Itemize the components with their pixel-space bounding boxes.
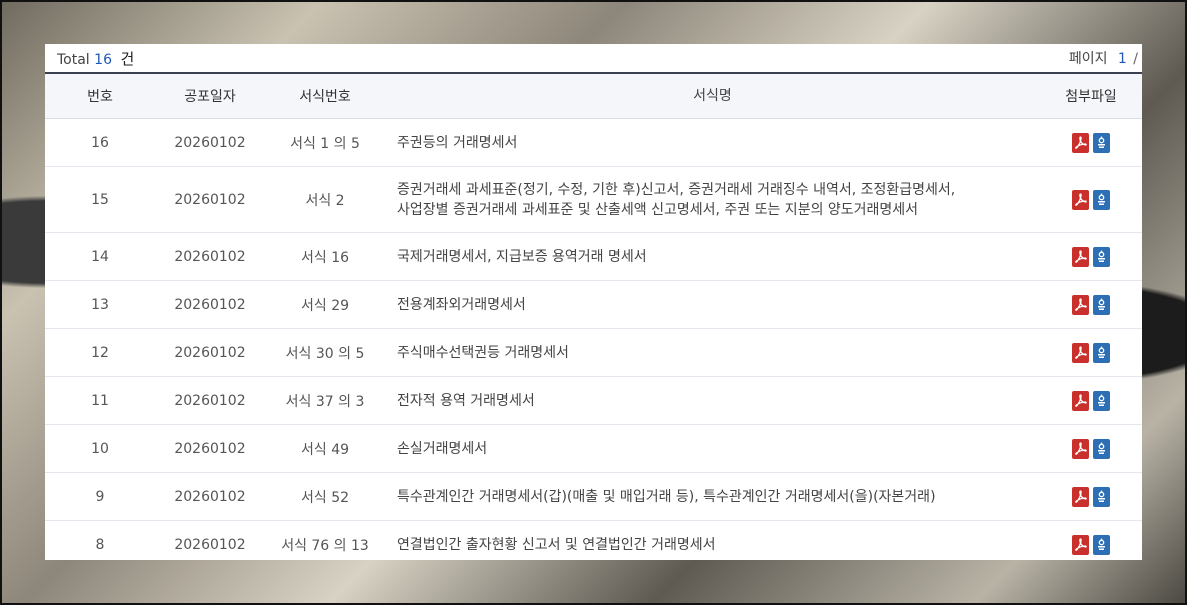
header-attachment: 첨부파일 [1065, 89, 1117, 105]
table-row: 16 20260102 서식 1 의 5 주권등의 거래명세서 [45, 119, 1142, 167]
pdf-file-icon[interactable] [1072, 132, 1089, 153]
total-label: Total [57, 51, 90, 68]
row-attachments [1040, 246, 1142, 267]
row-form-name[interactable]: 주식매수선택권등 거래명세서 [385, 343, 1040, 363]
row-no: 8 [95, 536, 105, 553]
table-row: 9 20260102 서식 52 특수관계인간 거래명세서(갑)(매출 및 매입… [45, 473, 1142, 521]
pdf-file-icon[interactable] [1072, 534, 1089, 555]
pdf-file-icon[interactable] [1072, 246, 1089, 267]
pdf-file-icon[interactable] [1072, 438, 1089, 459]
hwp-file-icon[interactable] [1093, 342, 1110, 363]
pdf-file-icon[interactable] [1072, 294, 1089, 315]
row-form-name[interactable]: 연결법인간 출자현황 신고서 및 연결법인간 거래명세서 [385, 535, 1040, 555]
row-date: 20260102 [174, 248, 246, 265]
page-indicator: 페이지 1 / [1069, 48, 1138, 68]
pdf-file-icon[interactable] [1072, 189, 1089, 210]
table-row: 10 20260102 서식 49 손실거래명세서 [45, 425, 1142, 473]
row-form-number: 서식 49 [300, 441, 350, 458]
row-no: 10 [91, 440, 109, 457]
pdf-file-icon[interactable] [1072, 486, 1089, 507]
row-form-number: 서식 52 [300, 489, 350, 506]
total-count-value: 16 [94, 51, 112, 68]
row-form-name-line: 증권거래세 과세표준(정기, 수정, 기한 후)신고서, 증권거래세 거래징수 … [397, 181, 956, 198]
table-row: 8 20260102 서식 76 의 13 연결법인간 출자현황 신고서 및 연… [45, 521, 1142, 560]
row-date: 20260102 [174, 440, 246, 457]
row-no: 15 [91, 191, 109, 208]
row-date: 20260102 [174, 392, 246, 409]
pdf-file-icon[interactable] [1072, 390, 1089, 411]
row-date: 20260102 [174, 488, 246, 505]
list-summary-bar: Total 16 건 페이지 1 / [45, 44, 1142, 74]
page-label: 페이지 [1068, 51, 1108, 67]
header-form-name: 서식명 [693, 88, 732, 104]
row-form-name[interactable]: 특수관계인간 거래명세서(갑)(매출 및 매입거래 등), 특수관계인간 거래명… [385, 487, 1040, 507]
row-form-name[interactable]: 국제거래명세서, 지급보증 용역거래 명세서 [385, 247, 1040, 267]
table-row: 11 20260102 서식 37 의 3 전자적 용역 거래명세서 [45, 377, 1142, 425]
header-no: 번호 [87, 89, 113, 105]
row-attachments [1040, 132, 1142, 153]
row-attachments [1040, 534, 1142, 555]
hwp-file-icon[interactable] [1093, 534, 1110, 555]
row-date: 20260102 [174, 191, 246, 208]
table-header: 번호 공포일자 서식번호 서식명 첨부파일 [45, 74, 1142, 119]
row-attachments [1040, 342, 1142, 363]
page-current: 1 [1117, 51, 1127, 67]
total-count-unit: 건 [120, 49, 135, 68]
row-attachments [1040, 438, 1142, 459]
hwp-file-icon[interactable] [1093, 390, 1110, 411]
row-no: 13 [91, 296, 109, 313]
row-form-name[interactable]: 손실거래명세서 [385, 439, 1040, 459]
row-form-name[interactable]: 증권거래세 과세표준(정기, 수정, 기한 후)신고서, 증권거래세 거래징수 … [385, 180, 1040, 220]
hwp-file-icon[interactable] [1093, 189, 1110, 210]
row-no: 16 [91, 134, 109, 151]
row-date: 20260102 [174, 296, 246, 313]
table-row: 14 20260102 서식 16 국제거래명세서, 지급보증 용역거래 명세서 [45, 233, 1142, 281]
table-row: 13 20260102 서식 29 전용계좌외거래명세서 [45, 281, 1142, 329]
row-no: 14 [91, 248, 109, 265]
header-form-number: 서식번호 [299, 89, 351, 105]
row-form-number: 서식 2 [305, 192, 345, 209]
page-separator: / [1133, 51, 1138, 67]
table-row: 15 20260102 서식 2 증권거래세 과세표준(정기, 수정, 기한 후… [45, 167, 1142, 233]
row-form-number: 서식 16 [300, 249, 350, 266]
row-form-number: 서식 1 의 5 [290, 135, 360, 152]
row-form-name[interactable]: 전자적 용역 거래명세서 [385, 391, 1040, 411]
hwp-file-icon[interactable] [1093, 486, 1110, 507]
row-attachments [1040, 294, 1142, 315]
row-form-name[interactable]: 주권등의 거래명세서 [385, 133, 1040, 153]
table-body: 16 20260102 서식 1 의 5 주권등의 거래명세서 15 20260… [45, 119, 1142, 560]
row-no: 9 [95, 488, 105, 505]
row-no: 11 [91, 392, 109, 409]
row-attachments [1040, 390, 1142, 411]
row-date: 20260102 [174, 134, 246, 151]
hwp-file-icon[interactable] [1093, 246, 1110, 267]
table-row: 12 20260102 서식 30 의 5 주식매수선택권등 거래명세서 [45, 329, 1142, 377]
hwp-file-icon[interactable] [1093, 438, 1110, 459]
row-date: 20260102 [174, 536, 246, 553]
row-form-name[interactable]: 전용계좌외거래명세서 [385, 295, 1040, 315]
row-form-number: 서식 29 [300, 297, 350, 314]
total-count: Total 16 건 [57, 48, 134, 69]
header-date: 공포일자 [184, 89, 236, 105]
form-list-panel: Total 16 건 페이지 1 / 번호 공포일자 서식번호 서식명 첨부파일… [45, 44, 1142, 560]
row-date: 20260102 [174, 344, 246, 361]
row-form-number: 서식 76 의 13 [281, 537, 369, 554]
row-no: 12 [91, 344, 109, 361]
hwp-file-icon[interactable] [1093, 132, 1110, 153]
row-form-number: 서식 30 의 5 [285, 345, 365, 362]
hwp-file-icon[interactable] [1093, 294, 1110, 315]
row-form-name-line: 사업장별 증권거래세 과세표준 및 산출세액 신고명세서, 주권 또는 지분의 … [397, 201, 919, 218]
row-attachments [1040, 189, 1142, 210]
pdf-file-icon[interactable] [1072, 342, 1089, 363]
row-attachments [1040, 486, 1142, 507]
row-form-number: 서식 37 의 3 [285, 393, 365, 410]
